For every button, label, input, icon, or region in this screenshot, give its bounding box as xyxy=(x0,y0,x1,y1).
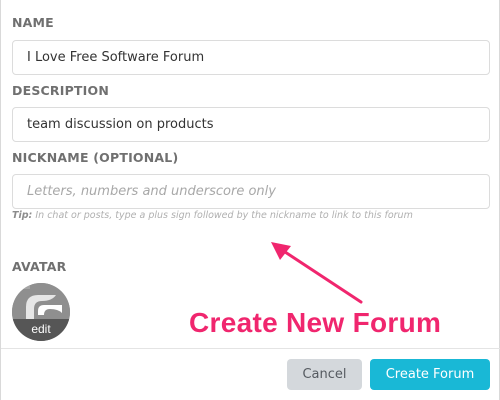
create-forum-dialog: NAME DESCRIPTION NICKNAME (OPTIONAL) Tip… xyxy=(0,0,500,400)
avatar-edit-label: edit xyxy=(12,319,70,341)
avatar-edit-button[interactable]: edit xyxy=(12,283,70,341)
nickname-tip: Tip: In chat or posts, type a plus sign … xyxy=(12,210,413,221)
footer-divider xyxy=(1,348,500,349)
annotation-arrow-icon xyxy=(271,242,363,304)
nickname-label: NICKNAME (OPTIONAL) xyxy=(12,150,179,165)
description-label: DESCRIPTION xyxy=(12,83,109,98)
nickname-input[interactable] xyxy=(12,174,490,209)
tip-text: In chat or posts, type a plus sign follo… xyxy=(32,210,413,221)
create-forum-button[interactable]: Create Forum xyxy=(370,359,490,390)
name-label: NAME xyxy=(12,15,54,30)
name-input[interactable] xyxy=(12,40,490,75)
avatar-label: AVATAR xyxy=(12,259,67,274)
annotation-text: Create New Forum xyxy=(189,307,442,338)
description-input[interactable] xyxy=(12,107,490,142)
tip-prefix: Tip: xyxy=(12,210,33,221)
cancel-button[interactable]: Cancel xyxy=(287,359,362,390)
